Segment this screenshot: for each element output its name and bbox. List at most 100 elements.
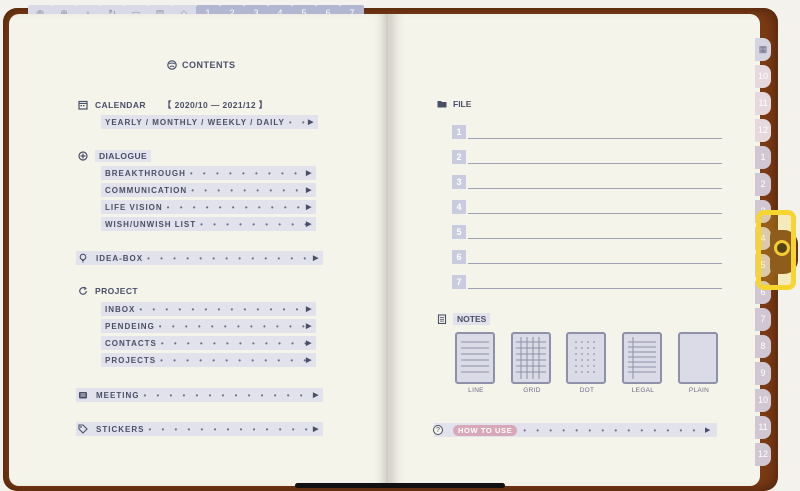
- file-line: [468, 213, 722, 214]
- file-row[interactable]: 1: [452, 125, 722, 139]
- dot-paper-icon: [566, 332, 606, 384]
- calendar-label[interactable]: CALENDAR: [95, 100, 146, 110]
- dialogue-link-life-vision[interactable]: LIFE VISION • • • • • • • • • • • • • • …: [101, 200, 316, 214]
- dialogue-link-wish-list[interactable]: WISH/UNWISH LIST • • • • • • • • • • • •…: [101, 217, 316, 231]
- note-template-dot[interactable]: DOT: [566, 332, 608, 394]
- note-template-grid[interactable]: GRID: [511, 332, 553, 394]
- home-indicator[interactable]: [295, 483, 505, 488]
- file-line: [468, 163, 722, 164]
- file-row[interactable]: 5: [452, 225, 722, 239]
- side-tab-month[interactable]: 2: [755, 173, 771, 196]
- grid-paper-icon: [511, 332, 551, 384]
- play-arrow-icon: ▶: [313, 255, 320, 262]
- play-arrow-icon: ▶: [306, 323, 313, 330]
- dotted-leader: • • • • • • • • • • • • • • • • • • •: [158, 321, 306, 331]
- side-tab-month[interactable]: 12: [755, 443, 771, 466]
- play-arrow-icon: ▶: [306, 187, 313, 194]
- calendar-link[interactable]: YEARLY / MONTHLY / WEEKLY / DAILY • • • …: [101, 115, 318, 129]
- project-link-contacts[interactable]: CONTACTS • • • • • • • • • • • • • • • •…: [101, 336, 316, 350]
- dotted-leader: • • • • • • • • • • • • • • • •: [191, 185, 306, 195]
- link-label: BREAKTHROUGH: [105, 168, 186, 178]
- play-arrow-icon: ▶: [306, 306, 313, 313]
- side-tab-month[interactable]: 10: [755, 65, 771, 88]
- side-tab-calendar-icon[interactable]: ▦: [755, 38, 771, 61]
- file-row[interactable]: 2: [452, 150, 722, 164]
- file-number: 3: [452, 175, 466, 189]
- how-to-use-label: HOW TO USE: [453, 424, 518, 436]
- play-arrow-icon: ▶: [306, 204, 313, 211]
- side-tab-month[interactable]: 12: [755, 119, 771, 142]
- file-line: [468, 238, 722, 239]
- note-template-plain[interactable]: PLAIN: [678, 332, 720, 394]
- project-link-inbox[interactable]: INBOX • • • • • • • • • • • • • • • • • …: [101, 302, 316, 316]
- link-label: PROJECTS: [105, 355, 157, 365]
- note-template-label: LEGAL: [631, 387, 655, 394]
- file-number: 6: [452, 250, 466, 264]
- dotted-leader: • • • • • • • • • • • • • • • • • • • • …: [148, 424, 313, 434]
- note-template-legal[interactable]: LEGAL: [622, 332, 664, 394]
- dialogue-label[interactable]: DIALOGUE: [95, 150, 152, 162]
- file-label: FILE: [453, 99, 472, 109]
- calendar-section: CALENDAR 【 2020/10 ― 2021/12 】: [78, 99, 268, 111]
- project-link-pendeing[interactable]: PENDEING • • • • • • • • • • • • • • • •…: [101, 319, 316, 333]
- note-template-label: GRID: [523, 387, 541, 394]
- file-line: [468, 288, 722, 289]
- notes-label: NOTES: [453, 313, 491, 325]
- file-line: [468, 138, 722, 139]
- link-label: LIFE VISION: [105, 202, 163, 212]
- dotted-leader: • • • • • • • • • • • • • • • • • •: [160, 338, 306, 348]
- file-row[interactable]: 6: [452, 250, 722, 264]
- lined-paper-icon: [455, 332, 495, 384]
- play-arrow-icon: ▶: [306, 170, 313, 177]
- side-tab-month[interactable]: 1: [755, 146, 771, 169]
- file-number: 4: [452, 200, 466, 214]
- how-to-use-link[interactable]: ? HOW TO USE • • • • • • • • • • • • • •…: [433, 423, 717, 437]
- dotted-leader: • • • • • • • • • • • • • • • • • • • • …: [143, 390, 313, 400]
- notes-heading: NOTES: [437, 313, 491, 325]
- file-heading: FILE: [437, 99, 471, 109]
- note-template-line[interactable]: LINE: [455, 332, 497, 394]
- project-link-projects[interactable]: PROJECTS • • • • • • • • • • • • • • • •…: [101, 353, 316, 367]
- note-template-label: LINE: [468, 387, 484, 394]
- project-label[interactable]: PROJECT: [95, 286, 138, 296]
- file-number: 7: [452, 275, 466, 289]
- link-label: STICKERS: [96, 424, 145, 434]
- dialogue-section: DIALOGUE: [78, 150, 152, 162]
- dotted-leader: • • • • • • • • • • • •: [200, 219, 306, 229]
- file-number: 1: [452, 125, 466, 139]
- dialogue-link-breakthrough[interactable]: BREAKTHROUGH • • • • • • • • • • • • • •…: [101, 166, 316, 180]
- dotted-leader: • • • • • • • • • • • • • • • •: [189, 168, 306, 178]
- stickers-link[interactable]: STICKERS • • • • • • • • • • • • • • • •…: [76, 422, 323, 436]
- side-tab-month[interactable]: 10: [755, 389, 771, 412]
- meeting-link[interactable]: MEETING • • • • • • • • • • • • • • • • …: [76, 388, 323, 402]
- note-template-label: DOT: [579, 387, 595, 394]
- lightbulb-icon: [78, 253, 88, 263]
- globe-icon: [167, 60, 177, 70]
- file-number: 5: [452, 225, 466, 239]
- ideabox-link[interactable]: IDEA-BOX • • • • • • • • • • • • • • • •…: [76, 251, 323, 265]
- file-row[interactable]: 3: [452, 175, 722, 189]
- meeting-icon: [78, 390, 88, 400]
- calendar-link-label: YEARLY / MONTHLY / WEEKLY / DAILY: [105, 117, 285, 127]
- folder-icon: [437, 99, 447, 109]
- side-tab-month[interactable]: 9: [755, 362, 771, 385]
- left-page: [9, 14, 388, 486]
- side-tab-month[interactable]: 8: [755, 335, 771, 358]
- play-arrow-icon: ▶: [705, 427, 711, 434]
- file-number: 2: [452, 150, 466, 164]
- project-section: PROJECT: [78, 286, 138, 296]
- plain-paper-icon: [678, 332, 718, 384]
- side-tab-month[interactable]: 11: [755, 92, 771, 115]
- help-icon: ?: [433, 425, 443, 435]
- dialogue-link-communication[interactable]: COMMUNICATION • • • • • • • • • • • • • …: [101, 183, 316, 197]
- calendar-icon: [78, 100, 88, 110]
- clasp-highlight: [756, 210, 796, 290]
- calendar-range: 【 2020/10 ― 2021/12 】: [162, 100, 268, 110]
- file-row[interactable]: 4: [452, 200, 722, 214]
- side-tab-month[interactable]: 11: [755, 416, 771, 439]
- link-label: MEETING: [96, 390, 140, 400]
- play-arrow-icon: ▶: [313, 426, 320, 433]
- side-tab-month[interactable]: 7: [755, 308, 771, 331]
- link-label: PENDEING: [105, 321, 155, 331]
- file-row[interactable]: 7: [452, 275, 722, 289]
